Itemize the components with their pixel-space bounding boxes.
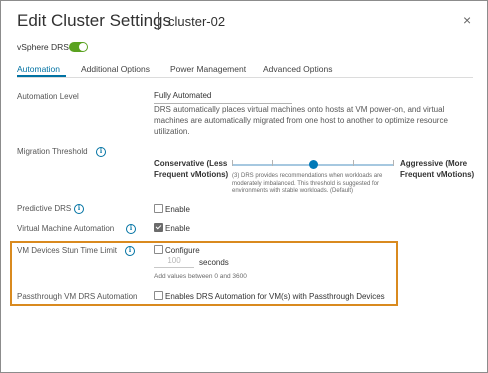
tab-advanced-options[interactable]: Advanced Options	[263, 64, 332, 74]
tabs-divider	[17, 77, 473, 78]
slider-aggressive-label: Aggressive (More Frequent vMotions)	[400, 158, 474, 180]
vsphere-drs-label: vSphere DRS	[17, 42, 69, 52]
passthrough-checkbox[interactable]	[154, 291, 163, 300]
automation-level-label: Automation Level	[17, 92, 79, 101]
stun-time-label: VM Devices Stun Time Limit	[17, 246, 118, 255]
stun-time-info-icon[interactable]: i	[125, 246, 135, 256]
tab-power-management[interactable]: Power Management	[170, 64, 246, 74]
automation-level-value: Fully Automated	[154, 91, 212, 100]
slider-tick	[232, 160, 233, 166]
migration-threshold-description: (3) DRS provides recommendations when wo…	[232, 173, 383, 194]
conservative-line-2: Frequent vMotions)	[154, 170, 229, 179]
cluster-name: cluster-02	[168, 14, 226, 29]
conservative-line-1: Conservative (Less	[154, 159, 228, 168]
aggressive-line-2: Frequent vMotions)	[400, 170, 475, 179]
stun-time-unit: seconds	[199, 258, 229, 267]
aggressive-line-1: Aggressive (More	[400, 159, 468, 168]
slider-thumb[interactable]	[309, 160, 318, 169]
stun-time-hint: Add values between 0 and 3600	[154, 273, 247, 280]
predictive-drs-label: Predictive DRS	[17, 204, 72, 213]
stun-time-checkbox-label: Configure	[165, 246, 200, 255]
vm-automation-checkbox-label: Enable	[165, 224, 190, 233]
automation-level-select[interactable]: Fully Automated	[154, 91, 292, 104]
slider-tick	[272, 160, 273, 166]
vsphere-drs-toggle[interactable]	[69, 42, 88, 52]
automation-level-description: DRS automatically places virtual machine…	[154, 105, 448, 136]
vm-automation-checkbox[interactable]	[154, 223, 163, 232]
predictive-drs-checkbox-label: Enable	[165, 205, 190, 214]
slider-tick	[353, 160, 354, 166]
tab-additional-options[interactable]: Additional Options	[81, 64, 150, 74]
passthrough-label: Passthrough VM DRS Automation	[17, 292, 138, 301]
migration-threshold-label: Migration Threshold	[17, 147, 88, 156]
vm-automation-label: Virtual Machine Automation	[17, 224, 115, 233]
slider-conservative-label: Conservative (Less Frequent vMotions)	[154, 158, 228, 180]
title-divider	[158, 12, 159, 30]
tab-automation[interactable]: Automation	[17, 64, 60, 74]
vm-automation-info-icon[interactable]: i	[126, 224, 136, 234]
predictive-drs-info-icon[interactable]: i	[74, 204, 84, 214]
stun-time-input[interactable]: 100	[154, 256, 194, 268]
predictive-drs-checkbox[interactable]	[154, 204, 163, 213]
toggle-knob	[79, 43, 87, 51]
passthrough-checkbox-label: Enables DRS Automation for VM(s) with Pa…	[165, 292, 385, 301]
edit-cluster-dialog: Edit Cluster Settings cluster-02 × vSphe…	[0, 0, 488, 373]
migration-threshold-info-icon[interactable]: i	[96, 147, 106, 157]
stun-time-checkbox[interactable]	[154, 245, 163, 254]
dialog-title: Edit Cluster Settings	[17, 11, 172, 30]
slider-tick	[393, 160, 394, 166]
close-icon[interactable]: ×	[463, 12, 471, 28]
